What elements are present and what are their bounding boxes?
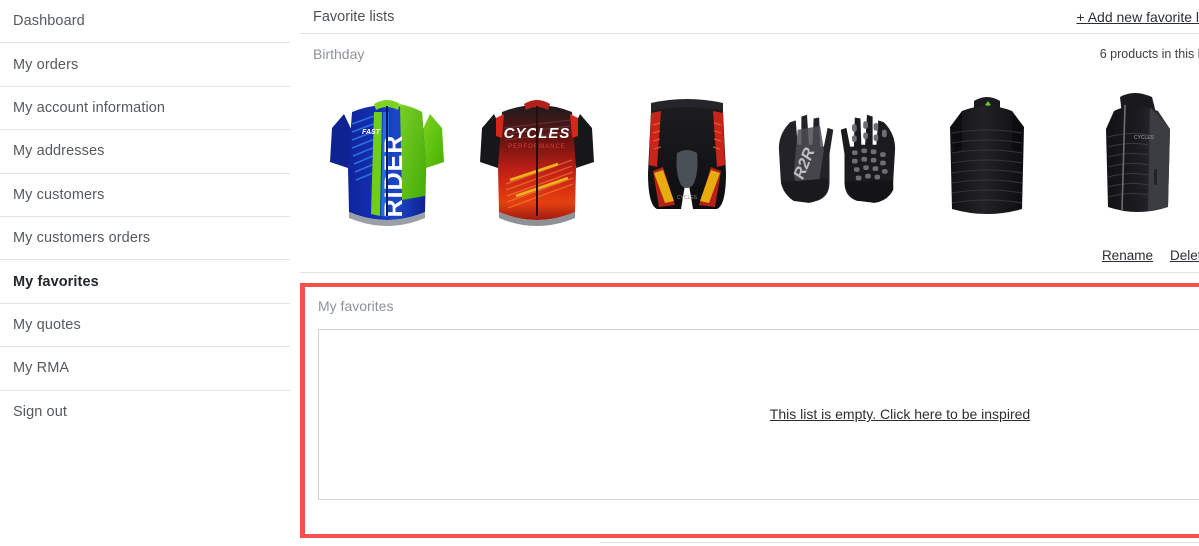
sidebar-item-label: My customers orders — [13, 230, 151, 247]
svg-text:CYCLES: CYCLES — [1134, 135, 1155, 141]
sidebar-item-my-customers-orders[interactable]: My customers orders — [0, 217, 290, 261]
product-thumbnail-cycling-vest-black-back[interactable] — [912, 76, 1062, 236]
sidebar-item-my-rma[interactable]: My RMA — [0, 347, 290, 391]
sidebar-item-sign-out[interactable]: Sign out — [0, 391, 290, 434]
sidebar-item-label: My orders — [13, 56, 79, 73]
favorites-header: Favorite lists + Add new favorite list — [300, 0, 1199, 34]
add-new-favorite-list-link[interactable]: + Add new favorite list — [1076, 9, 1199, 25]
favorite-list-bar: Birthday 6 products in this list — [300, 34, 1199, 73]
delete-list-link[interactable]: Delete — [1170, 248, 1199, 263]
favorite-list-actions: Rename Delete — [300, 238, 1199, 272]
product-thumbnail-cycling-vest-black-front[interactable]: CYCLES — [1062, 76, 1199, 236]
sidebar-item-label: Dashboard — [13, 13, 85, 30]
sidebar-item-my-quotes[interactable]: My quotes — [0, 304, 290, 348]
favorite-list-name: My favorites — [318, 298, 394, 315]
product-thumbnail-cycling-jersey-red-black[interactable]: CYCLES PERFORMANCE — [462, 76, 612, 236]
empty-list-inspire-link[interactable]: This list is empty. Click here to be ins… — [770, 406, 1030, 422]
favorite-list-my-favorites-highlighted: My favorites 0 product in this list This… — [300, 283, 1199, 538]
page-bottom-divider — [600, 542, 1199, 543]
svg-text:FAST: FAST — [362, 129, 381, 136]
rename-list-link[interactable]: Rename — [1102, 248, 1153, 263]
favorite-list-bar: My favorites 0 product in this list — [305, 287, 1199, 326]
svg-text:CYCLES: CYCLES — [677, 195, 698, 201]
sidebar-item-label: My RMA — [13, 360, 70, 377]
sidebar-item-label: My favorites — [13, 273, 99, 290]
sidebar-item-label: My quotes — [13, 316, 81, 333]
sidebar-item-my-addresses[interactable]: My addresses — [0, 130, 290, 174]
sidebar-item-my-orders[interactable]: My orders — [0, 43, 290, 87]
favorite-list-actions: Rename Delete — [305, 500, 1199, 534]
account-favorites-page: Dashboard My orders My account informati… — [0, 0, 1199, 546]
svg-text:RIDER: RIDER — [380, 134, 408, 217]
empty-list-box: This list is empty. Click here to be ins… — [318, 328, 1199, 501]
favorite-list-products: RIDER FAST CYCLES CYCLES R2R CYCLES — [300, 73, 1199, 238]
product-thumbnail-cycling-gloves-black-grey[interactable]: R2R — [762, 76, 912, 236]
page-title: Favorite lists — [313, 8, 395, 25]
sidebar-item-label: My customers — [13, 186, 105, 203]
sidebar-item-label: Sign out — [13, 404, 68, 421]
favorite-list-name: Birthday — [313, 45, 365, 62]
favorites-main: Favorite lists + Add new favorite list B… — [300, 0, 1199, 546]
sidebar-item-label: My addresses — [13, 143, 105, 160]
product-thumbnail-cycling-jersey-blue-green[interactable]: RIDER FAST — [312, 76, 462, 236]
sidebar-item-label: My account information — [13, 99, 166, 116]
product-thumbnail-cycling-shorts-black-red[interactable]: CYCLES — [612, 76, 762, 236]
sidebar-item-dashboard[interactable]: Dashboard — [0, 0, 290, 44]
favorite-list-count: 6 products in this list — [1099, 46, 1199, 61]
favorite-list-birthday: Birthday 6 products in this list — [300, 34, 1199, 273]
sidebar-item-my-account-information[interactable]: My account information — [0, 87, 290, 131]
sidebar-item-my-customers[interactable]: My customers — [0, 174, 290, 217]
account-sidebar: Dashboard My orders My account informati… — [0, 0, 300, 546]
sidebar-item-my-favorites[interactable]: My favorites — [0, 260, 290, 304]
list-divider — [300, 272, 1199, 273]
